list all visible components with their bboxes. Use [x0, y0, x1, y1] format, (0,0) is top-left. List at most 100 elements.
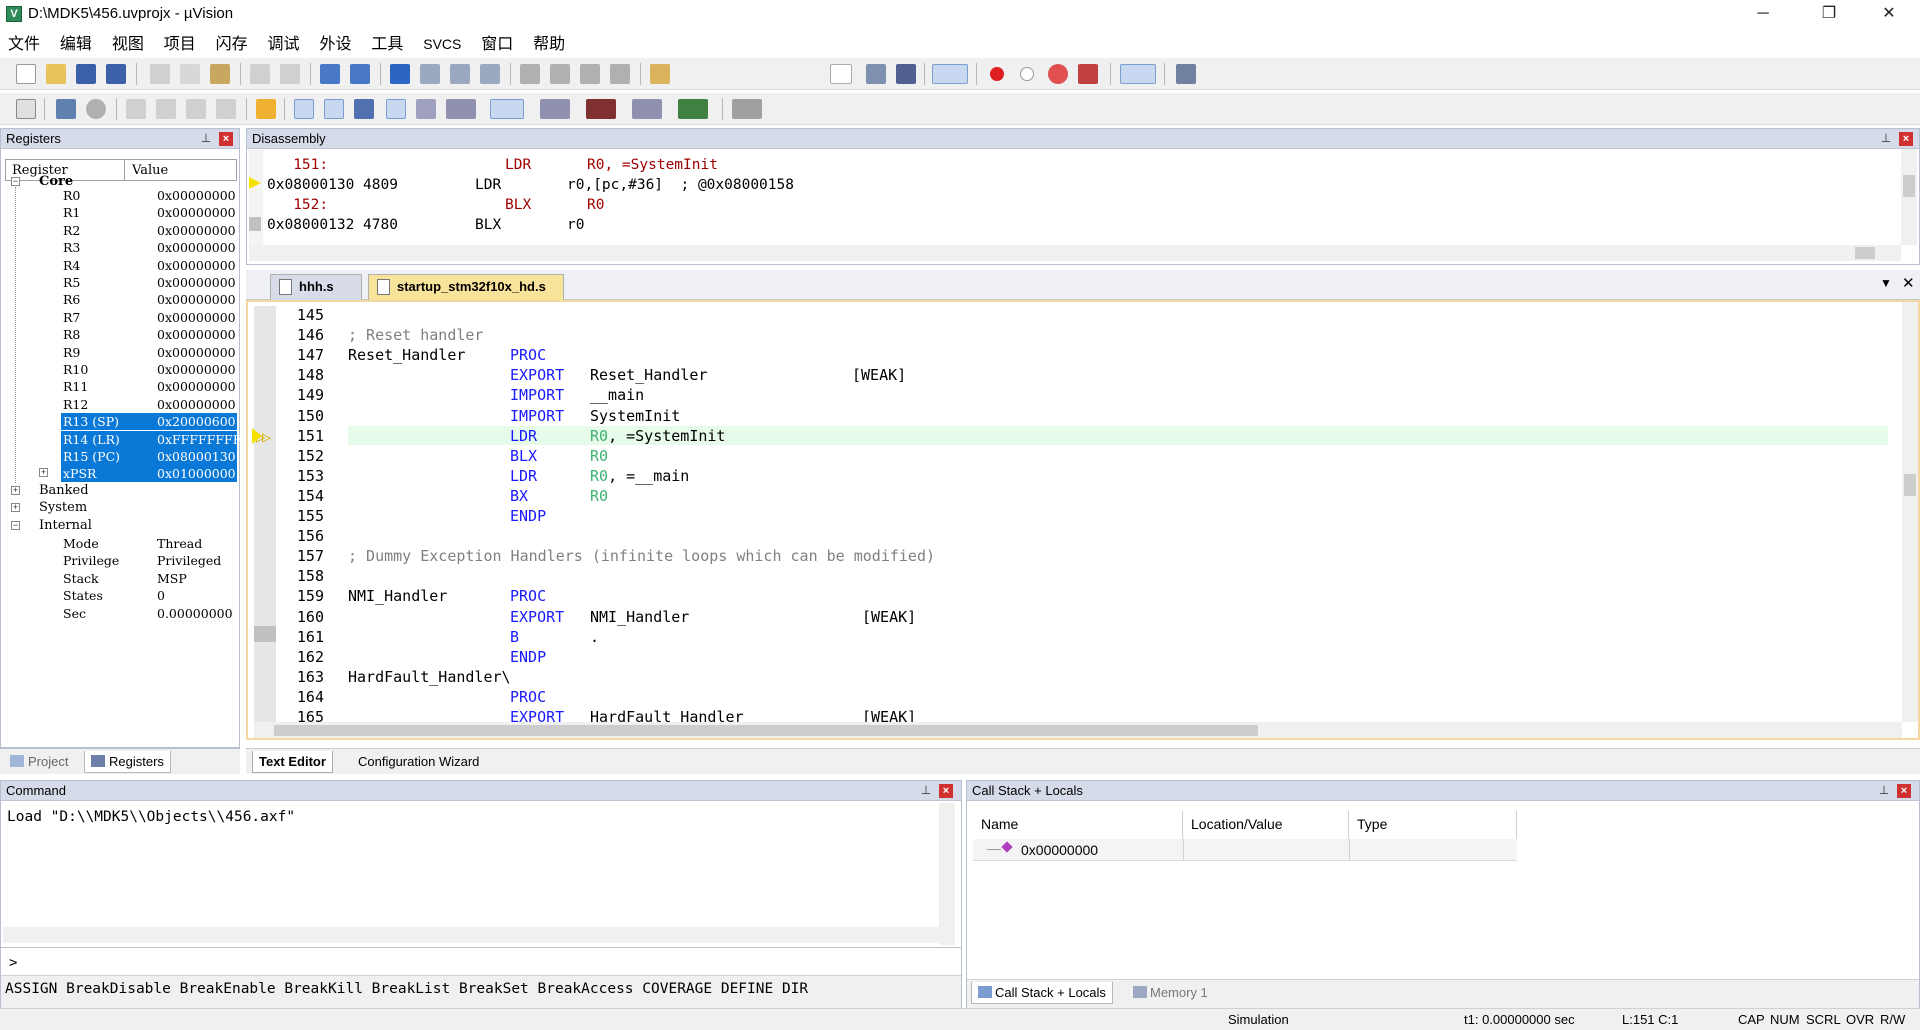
callstack-row[interactable]: 0x00000000	[973, 839, 1517, 861]
run-icon[interactable]	[56, 99, 76, 119]
menu-view[interactable]: 视图	[104, 28, 152, 56]
step-out-icon[interactable]	[186, 99, 206, 119]
save-icon[interactable]	[76, 64, 96, 84]
pin-icon[interactable]: ⊥	[199, 131, 213, 145]
register-row[interactable]: R0 0x00000000	[5, 187, 237, 204]
menu-tools[interactable]: 工具	[363, 28, 411, 56]
editor-hscroll[interactable]	[254, 722, 1902, 738]
register-row[interactable]: R15 (PC) 0x08000130	[5, 448, 237, 465]
breakpoint-gutter[interactable]	[254, 306, 276, 726]
expand-system-icon[interactable]: +	[11, 503, 20, 513]
disable-breakpoint-icon[interactable]	[1020, 67, 1034, 81]
menu-edit[interactable]: 编辑	[52, 28, 100, 56]
tab-text-editor[interactable]: Text Editor	[252, 751, 333, 773]
expand-internal-icon[interactable]: −	[11, 520, 20, 530]
register-row[interactable]: R11 0x00000000	[5, 378, 237, 395]
toolbox-icon[interactable]	[732, 99, 762, 119]
register-row[interactable]: R8 0x00000000	[5, 326, 237, 343]
editor-vscroll[interactable]	[1902, 302, 1918, 722]
navigate-forward-icon[interactable]	[350, 64, 370, 84]
trace-window-icon[interactable]	[632, 99, 662, 119]
tab-registers[interactable]: Registers	[84, 751, 171, 773]
insert-breakpoint-icon[interactable]	[990, 67, 1004, 81]
prev-bookmark-icon[interactable]	[420, 64, 440, 84]
column-name[interactable]: Name	[973, 811, 1183, 839]
step-over-icon[interactable]	[156, 99, 176, 119]
incremental-find-icon[interactable]	[866, 64, 886, 84]
close-icon[interactable]: ×	[939, 784, 953, 798]
register-row[interactable]: R2 0x00000000	[5, 222, 237, 239]
debug-session-icon[interactable]	[932, 64, 968, 84]
group-internal[interactable]: Internal	[39, 518, 92, 533]
tab-list-dropdown-icon[interactable]: ▼	[1880, 276, 1892, 290]
register-row[interactable]: R13 (SP) 0x20000600	[5, 413, 237, 431]
register-row[interactable]: R7 0x00000000	[5, 309, 237, 326]
symbols-window-icon[interactable]	[354, 99, 374, 119]
menu-project[interactable]: 项目	[156, 28, 204, 56]
code-editor[interactable]: ▷▷ 145 146; Reset handler 147 Reset_Handler…	[246, 300, 1920, 740]
reset-icon[interactable]	[16, 99, 36, 119]
tab-callstack-locals[interactable]: Call Stack + Locals	[971, 982, 1113, 1004]
menu-peripherals[interactable]: 外设	[311, 28, 359, 56]
close-button[interactable]: ✕	[1866, 0, 1912, 28]
paste-icon[interactable]	[210, 64, 230, 84]
close-icon[interactable]: ×	[1897, 784, 1911, 798]
configure-icon[interactable]	[1176, 64, 1196, 84]
indent-icon[interactable]	[520, 64, 540, 84]
disable-all-breakpoints-icon[interactable]	[1048, 64, 1068, 84]
expand-xpsr-icon[interactable]: +	[39, 468, 48, 478]
redo-icon[interactable]	[280, 64, 300, 84]
column-type[interactable]: Type	[1349, 811, 1517, 839]
copy-icon[interactable]	[180, 64, 200, 84]
internal-row[interactable]: Sec 0.00000000	[5, 605, 237, 622]
bookmark-icon[interactable]	[390, 64, 410, 84]
call-stack-window-icon[interactable]	[416, 99, 436, 119]
disassembly-hscroll[interactable]	[249, 245, 1901, 261]
close-icon[interactable]: ×	[1899, 132, 1913, 146]
disassembly-vscroll[interactable]	[1901, 149, 1917, 245]
step-into-icon[interactable]	[126, 99, 146, 119]
pin-icon[interactable]: ⊥	[1877, 783, 1891, 797]
command-hscroll[interactable]	[3, 927, 939, 943]
pin-icon[interactable]: ⊥	[1879, 131, 1893, 145]
expand-banked-icon[interactable]: +	[11, 485, 20, 495]
register-row[interactable]: R6 0x00000000	[5, 291, 237, 308]
register-row[interactable]: R9 0x00000000	[5, 344, 237, 361]
window-layout-icon[interactable]	[1120, 64, 1156, 84]
new-file-icon[interactable]	[16, 64, 36, 84]
analysis-window-icon[interactable]	[586, 99, 616, 119]
internal-row[interactable]: Stack MSP	[5, 570, 237, 587]
register-row[interactable]: R3 0x00000000	[5, 239, 237, 256]
close-icon[interactable]: ×	[219, 132, 233, 146]
internal-row[interactable]: Mode Thread	[5, 535, 237, 552]
maximize-button[interactable]: ❐	[1806, 0, 1852, 28]
uncomment-icon[interactable]	[610, 64, 630, 84]
watch-window-icon[interactable]	[446, 99, 476, 119]
menu-window[interactable]: 窗口	[473, 28, 521, 56]
disassembly-window-icon[interactable]	[324, 99, 344, 119]
clear-bookmarks-icon[interactable]	[480, 64, 500, 84]
stop-icon[interactable]	[86, 99, 106, 119]
menu-help[interactable]: 帮助	[525, 28, 573, 56]
tab-memory-1[interactable]: Memory 1	[1127, 982, 1214, 1004]
register-row[interactable]: R4 0x00000000	[5, 257, 237, 274]
column-location-value[interactable]: Location/Value	[1183, 811, 1349, 839]
config-icon[interactable]	[896, 64, 916, 84]
menu-svcs[interactable]: SVCS	[415, 34, 469, 54]
menu-debug[interactable]: 调试	[260, 28, 308, 56]
comment-icon[interactable]	[580, 64, 600, 84]
command-vscroll[interactable]	[939, 803, 955, 945]
group-system[interactable]: System	[39, 500, 87, 515]
minimize-button[interactable]: ─	[1740, 0, 1786, 28]
scroll-thumb[interactable]	[1903, 175, 1915, 197]
column-value[interactable]: Value	[132, 163, 168, 178]
tab-project[interactable]: Project	[4, 751, 74, 773]
unindent-icon[interactable]	[550, 64, 570, 84]
find-in-files-icon[interactable]	[650, 64, 670, 84]
command-window-icon[interactable]	[294, 99, 314, 119]
group-banked[interactable]: Banked	[39, 483, 89, 498]
register-row[interactable]: R1 0x00000000	[5, 204, 237, 221]
show-next-statement-icon[interactable]	[256, 99, 276, 119]
scroll-thumb[interactable]	[1904, 474, 1916, 496]
pin-icon[interactable]: ⊥	[919, 783, 933, 797]
